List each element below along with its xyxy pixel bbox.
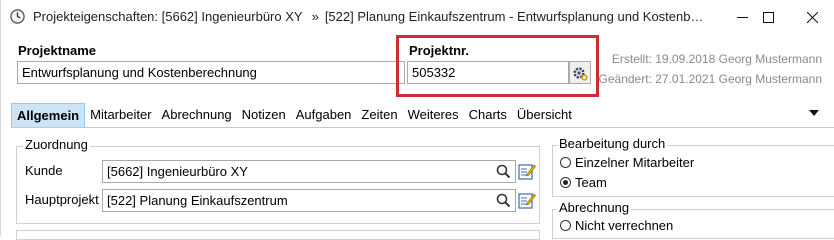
tab-zeiten[interactable]: Zeiten xyxy=(356,103,402,127)
tab-bar: Allgemein Mitarbeiter Abrechnung Notizen… xyxy=(11,103,577,127)
kunde-value: [5662] Ingenieurbüro XY xyxy=(107,164,248,179)
maximize-icon xyxy=(762,11,774,23)
radio-label: Team xyxy=(575,175,607,190)
hauptprojekt-label: Hauptprojekt xyxy=(25,192,99,207)
radio-team[interactable]: Team xyxy=(560,175,607,190)
radio-circle xyxy=(560,157,571,168)
bearbeitung-title: Bearbeitung durch xyxy=(557,136,668,151)
kunde-lookup-field[interactable]: [5662] Ingenieurbüro XY xyxy=(102,160,516,183)
tab-underline xyxy=(11,127,834,128)
edit-hauptprojekt-icon[interactable] xyxy=(518,191,536,209)
title-separator: » xyxy=(311,9,319,24)
hauptprojekt-lookup-field[interactable]: [522] Planung Einkaufszentrum xyxy=(102,189,516,212)
window-title: Projekteigenschaften: [5662] Ingenieurbü… xyxy=(33,9,704,24)
projektnr-highlight-frame xyxy=(396,35,599,97)
projektname-input[interactable]: Entwurfsplanung und Kostenberechnung xyxy=(17,61,405,84)
title-bar: Projekteigenschaften: [5662] Ingenieurbü… xyxy=(1,0,834,34)
radio-nicht-verrechnen[interactable]: Nicht verrechnen xyxy=(560,218,673,233)
maximize-button[interactable] xyxy=(745,0,791,34)
tab-weiteres[interactable]: Weiteres xyxy=(403,103,464,127)
modified-info: Geändert: 27.01.2021 Georg Mustermann xyxy=(598,72,822,86)
abrechnung-title: Abrechnung xyxy=(557,200,632,215)
window-title-subproject: [522] Planung Einkaufszentrum - Entwurfs… xyxy=(324,9,704,24)
tab-abrechnung[interactable]: Abrechnung xyxy=(157,103,237,127)
radio-label: Einzelner Mitarbeiter xyxy=(575,155,695,170)
tab-mitarbeiter[interactable]: Mitarbeiter xyxy=(85,103,156,127)
close-icon xyxy=(806,11,818,23)
tab-uebersicht[interactable]: Übersicht xyxy=(512,103,577,127)
tab-notizen[interactable]: Notizen xyxy=(237,103,291,127)
window-title-project: Projekteigenschaften: [5662] Ingenieurbü… xyxy=(33,9,303,24)
search-icon[interactable] xyxy=(496,164,511,179)
radio-einzelner-mitarbeiter[interactable]: Einzelner Mitarbeiter xyxy=(560,155,694,170)
created-info: Erstellt: 19.09.2018 Georg Mustermann xyxy=(611,52,822,66)
hauptprojekt-value: [522] Planung Einkaufszentrum xyxy=(107,193,288,208)
tab-charts[interactable]: Charts xyxy=(464,103,512,127)
kunde-label: Kunde xyxy=(25,163,63,178)
next-group-frame xyxy=(16,230,540,240)
zuordnung-title: Zuordnung xyxy=(23,137,90,152)
zuordnung-group xyxy=(16,146,540,224)
tab-aufgaben[interactable]: Aufgaben xyxy=(291,103,357,127)
clock-icon xyxy=(10,9,25,24)
close-button[interactable] xyxy=(789,0,834,34)
projektname-label: Projektname xyxy=(18,43,97,58)
radio-circle xyxy=(560,220,571,231)
radio-label: Nicht verrechnen xyxy=(575,218,674,233)
search-icon[interactable] xyxy=(496,193,511,208)
radio-circle-selected xyxy=(560,177,571,188)
tab-allgemein[interactable]: Allgemein xyxy=(11,103,86,127)
project-properties-window: Projekteigenschaften: [5662] Ingenieurbü… xyxy=(0,0,834,240)
edit-kunde-icon[interactable] xyxy=(518,162,536,180)
tab-overflow-arrow-icon[interactable] xyxy=(809,110,819,117)
